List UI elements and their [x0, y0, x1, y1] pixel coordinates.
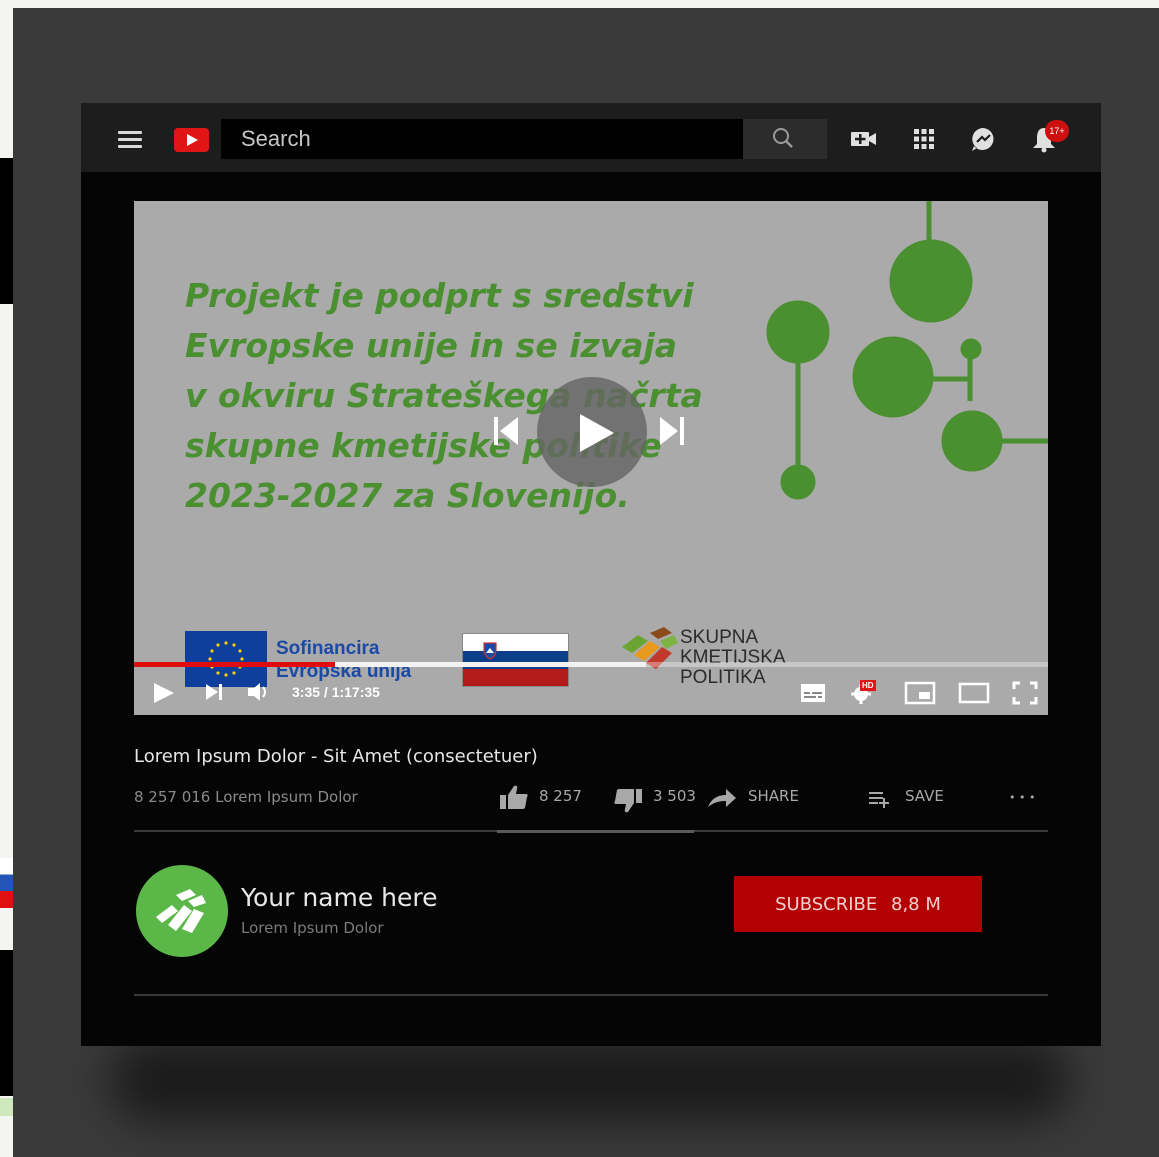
edge-strip-dark-top	[0, 158, 13, 304]
center-controls	[492, 375, 692, 487]
next-icon[interactable]	[658, 415, 688, 447]
menu-icon[interactable]	[118, 131, 142, 149]
dislike-count: 3 503	[653, 787, 696, 805]
window-shadow	[110, 1040, 1070, 1120]
save-button[interactable]: SAVE	[867, 783, 957, 813]
share-button[interactable]: SHARE	[706, 783, 806, 813]
search-input[interactable]	[221, 119, 743, 159]
top-bar: 17+	[81, 103, 1101, 172]
playlist-add-icon	[869, 792, 889, 808]
channel-logo-icon	[156, 889, 206, 933]
play-button[interactable]	[537, 377, 647, 487]
view-count: 8 257 016 Lorem Ipsum Dolor	[134, 788, 358, 806]
thumbs-up-icon	[500, 785, 528, 809]
video-player[interactable]: Projekt je podprt s sredstvi Evropske un…	[134, 201, 1048, 715]
share-arrow-icon	[708, 789, 736, 807]
edge-strip-flag	[0, 858, 13, 908]
divider	[134, 994, 1048, 996]
subtitles-icon[interactable]	[800, 683, 826, 703]
apps-grid-icon[interactable]	[909, 125, 939, 153]
search-button[interactable]	[743, 119, 827, 159]
molecule-graphic	[766, 201, 1048, 500]
video-title: Lorem Ipsum Dolor - Sit Amet (consectetu…	[134, 746, 538, 767]
slide-line: Projekt je podprt s sredstvi	[185, 276, 694, 315]
edge-strip-dark-bottom	[0, 950, 13, 1096]
divider-accent	[497, 830, 694, 833]
previous-icon[interactable]	[492, 415, 522, 447]
play-icon[interactable]	[152, 681, 176, 705]
edge-strip-green	[0, 1098, 13, 1116]
notification-badge: 17+	[1045, 120, 1069, 142]
messages-icon[interactable]	[968, 125, 998, 153]
more-options-button[interactable]: • • •	[1009, 783, 1039, 813]
channel-name[interactable]: Your name here	[241, 883, 438, 912]
hd-badge: HD	[860, 680, 876, 691]
fullscreen-icon[interactable]	[1012, 681, 1038, 705]
miniplayer-icon[interactable]	[904, 681, 936, 705]
skp-text-line: SKUPNA	[680, 627, 759, 648]
theater-mode-icon[interactable]	[958, 681, 990, 705]
eu-text-line: Sofinancira	[276, 638, 380, 659]
subscriber-count: 8,8 M	[891, 893, 941, 915]
save-label: SAVE	[905, 787, 944, 805]
search-icon	[773, 128, 793, 148]
thumbs-down-icon	[614, 789, 642, 813]
volume-icon[interactable]	[246, 681, 272, 703]
subscribe-label: SUBSCRIBE	[775, 893, 878, 915]
share-label: SHARE	[748, 787, 799, 805]
like-button[interactable]: 8 257	[498, 783, 582, 813]
player-controls: 3:35 / 1:17:35 HD	[134, 667, 1048, 715]
create-video-icon[interactable]	[849, 125, 879, 153]
youtube-window: 17+ Projekt je podprt s sredstvi Evropsk…	[81, 103, 1101, 1046]
next-small-icon[interactable]	[204, 681, 226, 703]
more-options-icon: • • •	[1009, 791, 1036, 804]
subscribe-button[interactable]: SUBSCRIBE 8,8 M	[734, 876, 982, 932]
dislike-button[interactable]: 3 503	[612, 783, 696, 813]
youtube-logo-icon[interactable]	[174, 128, 209, 152]
channel-subtitle: Lorem Ipsum Dolor	[241, 919, 384, 937]
avatar[interactable]	[136, 865, 228, 957]
slide-line: Evropske unije in se izvaja	[185, 326, 678, 365]
like-count: 8 257	[539, 787, 582, 805]
time-display: 3:35 / 1:17:35	[292, 684, 380, 700]
